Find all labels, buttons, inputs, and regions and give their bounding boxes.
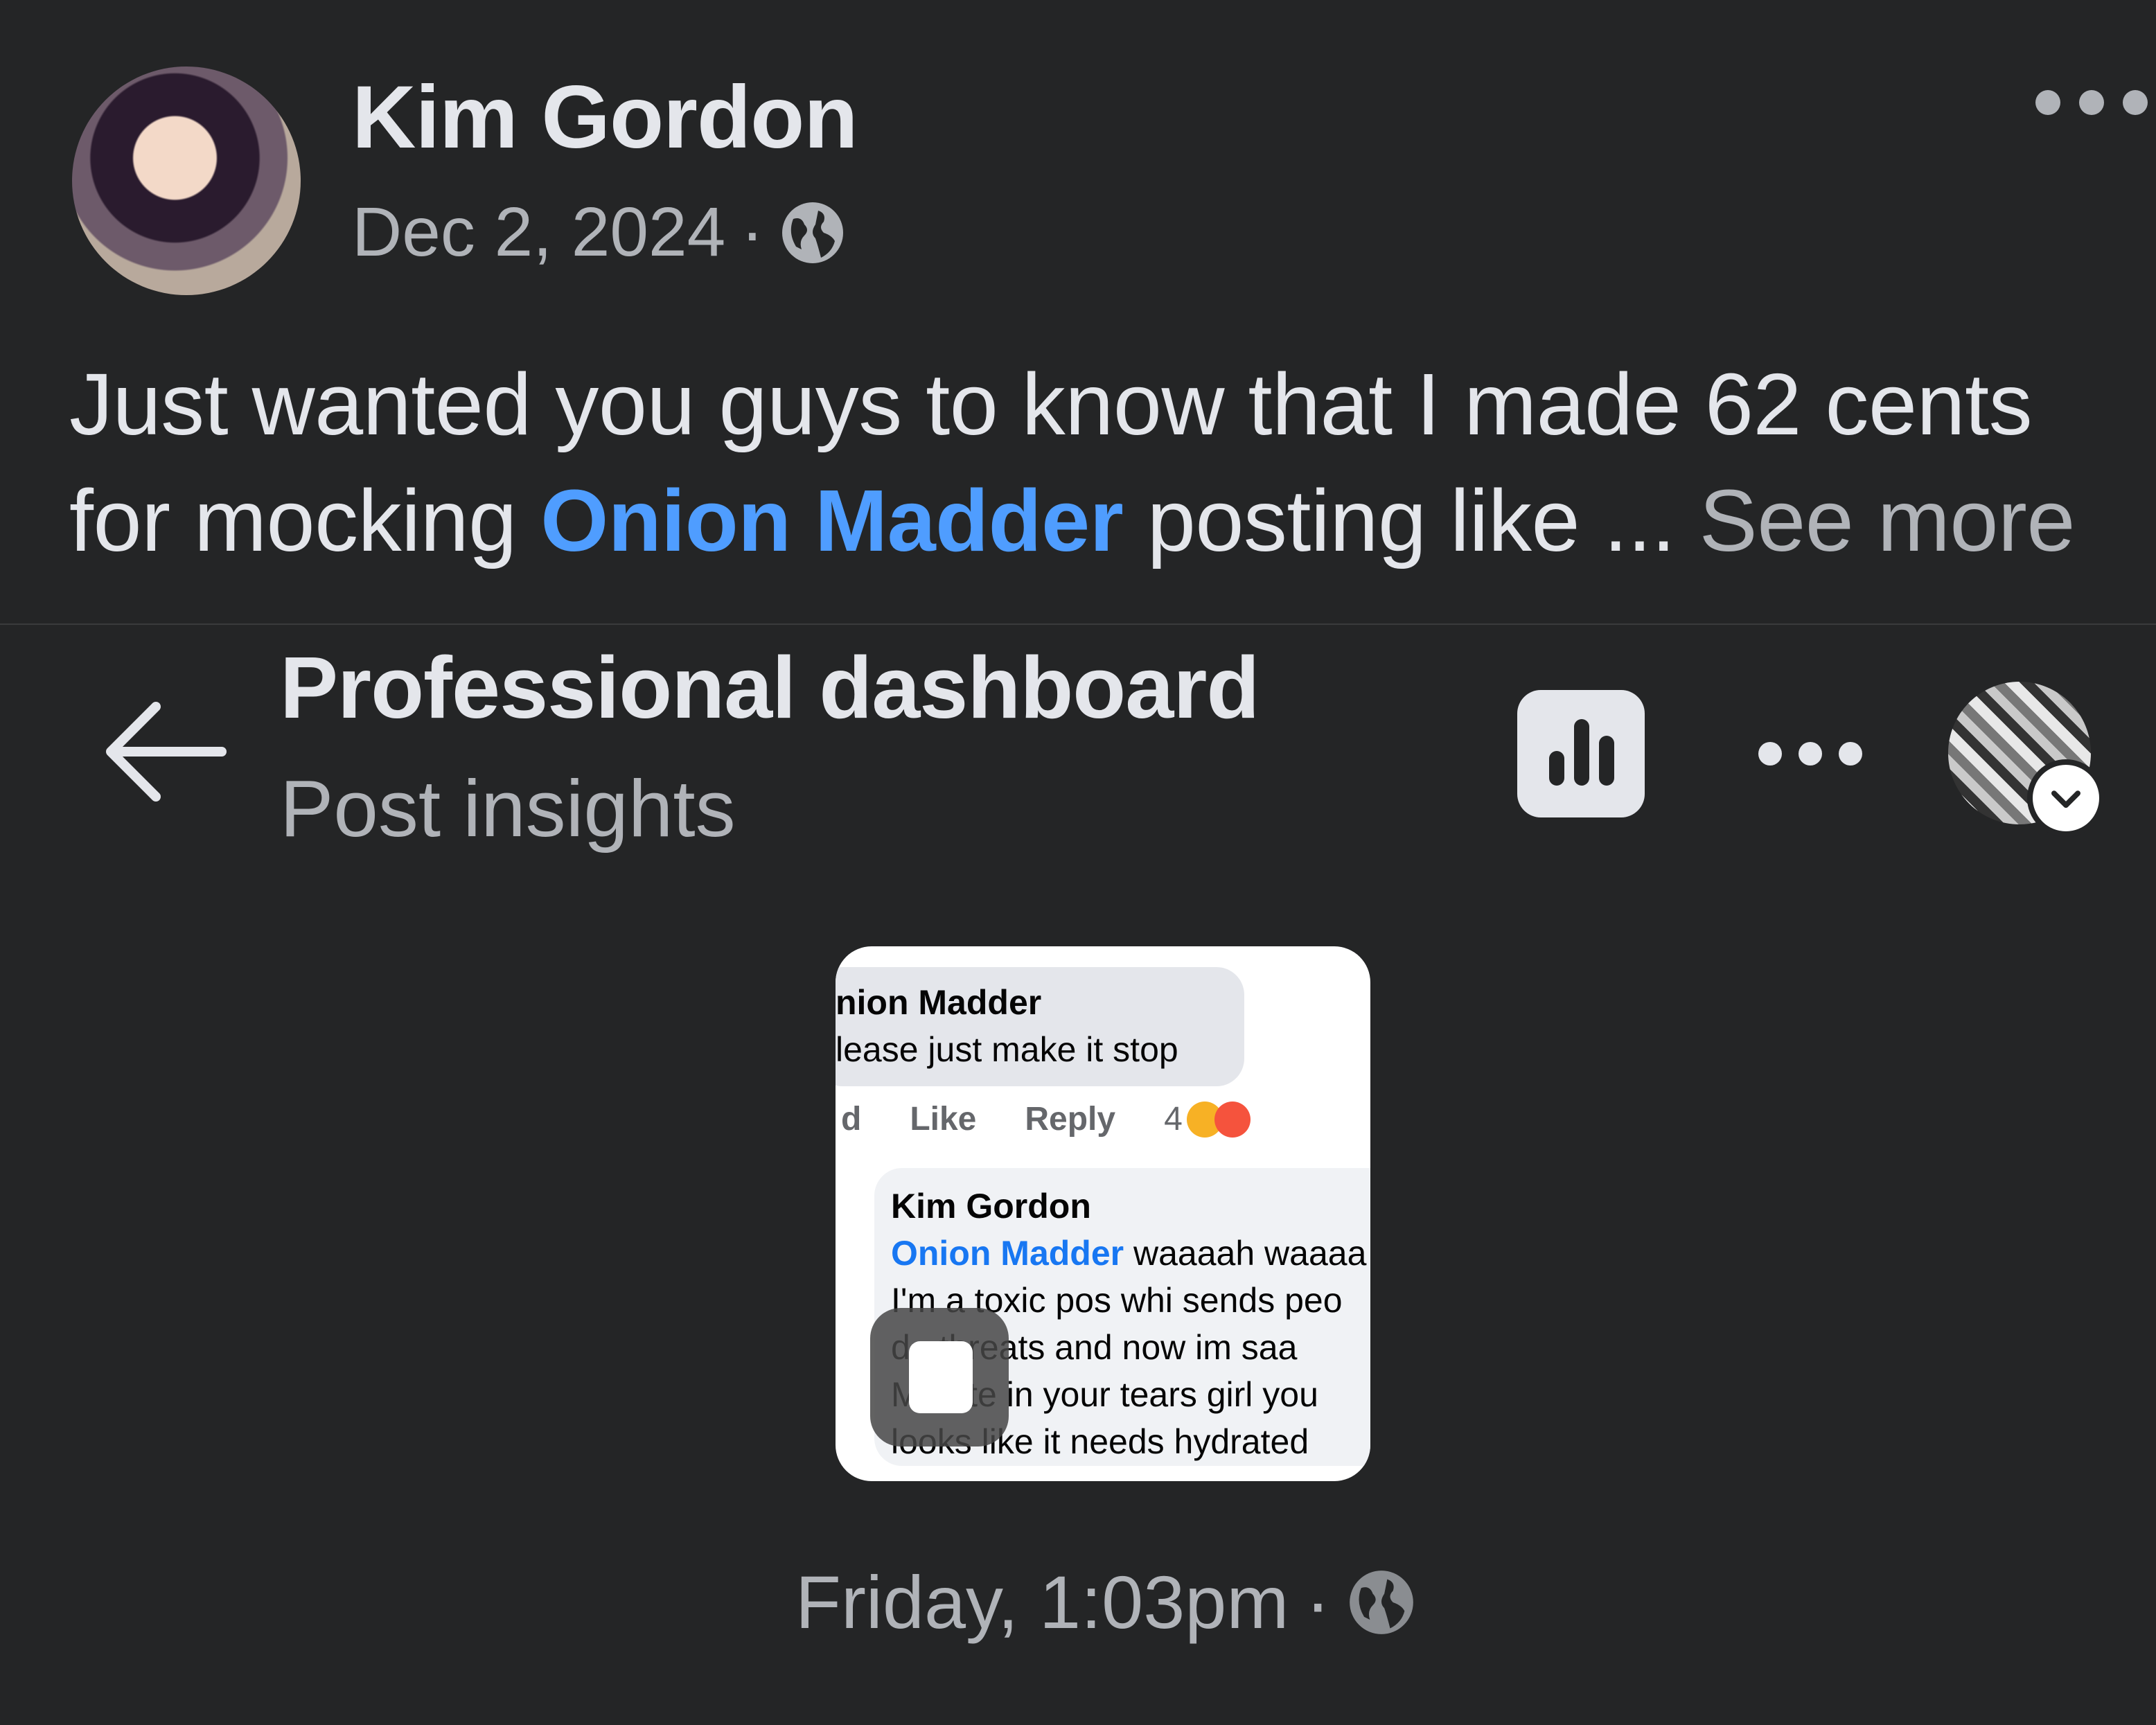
shared-timestamp: Friday, 1:03pm · [795,1559,1416,1645]
sad-reaction-icon [1214,1101,1251,1138]
post-text-line1: Just wanted you guys to know that I made… [69,355,2033,453]
chevron-down-icon[interactable] [2027,759,2105,837]
meta-separator: · [741,193,764,271]
post-text-suffix: posting like ... [1123,472,1699,569]
post-text-prefix: for mocking [69,472,541,569]
page-subtitle: Post insights [280,763,736,853]
page-title: Professional dashboard [280,639,1260,736]
ellipsis-dot [1758,742,1782,766]
ellipsis-dot [2079,90,2104,115]
comment-actions: d Like Reply 4 [841,1100,1251,1138]
divider [0,623,2156,625]
timestamp-text: Friday, 1:03pm [795,1560,1289,1644]
bar-chart-icon[interactable] [1517,690,1645,817]
reaction-count: 4 [1164,1101,1183,1138]
comment-reply: Reply [1025,1101,1116,1138]
ellipsis-dot [2123,90,2148,115]
comment-like: Like [910,1101,977,1138]
post-date[interactable]: Dec 2, 2024 [352,193,725,272]
globe-icon [1350,1570,1414,1634]
reply-mention: Onion Madder [891,1234,1124,1273]
see-more-link[interactable]: See more [1699,472,2076,569]
post-meta: Dec 2, 2024 · [352,193,846,272]
ellipsis-dot [1839,742,1862,766]
reply-author: Kim Gordon [891,1187,1091,1226]
ellipsis-dot [1799,742,1822,766]
post-more-button[interactable] [2035,82,2148,123]
author-avatar[interactable] [72,67,301,295]
timestamp-separator: · [1305,1560,1331,1644]
back-arrow-icon[interactable] [97,693,229,811]
reply-line1: Onion Madder waaaah waaaa [891,1233,1366,1273]
comment-text: lease just make it stop [836,1030,1178,1069]
author-name[interactable]: Kim Gordon [352,67,858,168]
post-text-line2: for mocking Onion Madder posting like ..… [69,463,2134,579]
comment-time: d [841,1101,862,1138]
mention-link[interactable]: Onion Madder [540,472,1124,569]
comment-author: nion Madder [836,983,1042,1022]
globe-icon [781,202,843,263]
reaction-summary: 4 [1164,1100,1251,1138]
dashboard-more-button[interactable] [1758,740,1862,768]
image-icon [870,1308,1009,1447]
reply-line1-rest: waaaah waaaa [1124,1234,1367,1273]
ellipsis-dot [2035,90,2060,115]
post-text: Just wanted you guys to know that I made… [69,346,2134,579]
